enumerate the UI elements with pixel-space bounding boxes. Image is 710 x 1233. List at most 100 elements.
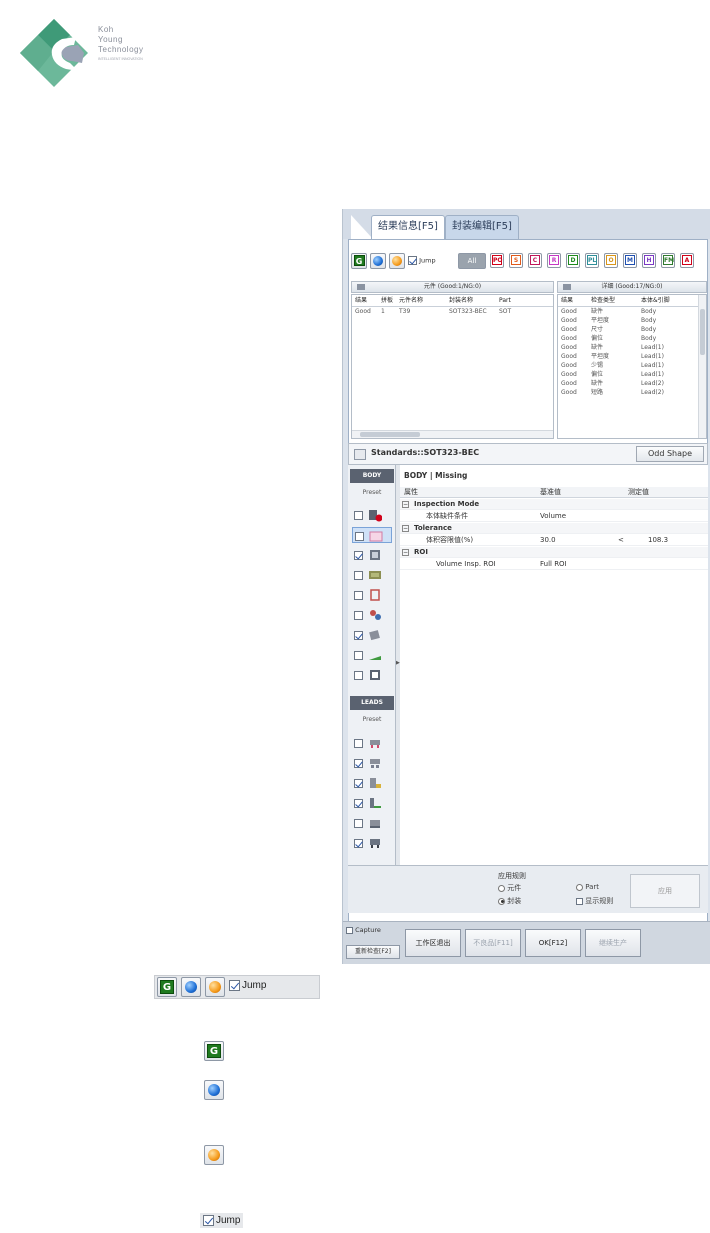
body-item-checkbox[interactable] bbox=[354, 671, 363, 680]
recheck-button[interactable]: 重新检查[F2] bbox=[346, 945, 400, 959]
detail-vscroll[interactable] bbox=[698, 295, 706, 438]
category-tolerance[interactable]: − Tolerance bbox=[400, 523, 708, 534]
odd-shape-button[interactable]: Odd Shape bbox=[636, 446, 704, 462]
component-hscroll[interactable] bbox=[352, 430, 553, 438]
body-item-checkbox[interactable] bbox=[354, 611, 363, 620]
legend-orange-button[interactable] bbox=[205, 977, 225, 997]
body-inspection-item[interactable] bbox=[352, 527, 392, 543]
table-row[interactable]: Good 缺件 Lead(2) bbox=[558, 379, 706, 388]
leads-section-header[interactable]: LEADS bbox=[350, 696, 394, 710]
table-row[interactable]: Good 短路 Lead(2) bbox=[558, 388, 706, 397]
body-inspection-item[interactable] bbox=[352, 587, 392, 603]
body-preset[interactable]: Preset bbox=[350, 489, 394, 496]
body-inspection-item[interactable] bbox=[352, 627, 392, 643]
filter-button-s[interactable]: S bbox=[509, 253, 523, 268]
table-row[interactable]: Good 平坦度 Body bbox=[558, 316, 706, 325]
body-item-checkbox[interactable] bbox=[354, 651, 363, 660]
detail-pane-header[interactable]: 详细 (Good:17/NG:0) bbox=[557, 281, 707, 293]
tab-result-info[interactable]: 结果信息[F5] bbox=[371, 215, 445, 239]
apply-button[interactable]: 应用 bbox=[630, 874, 700, 908]
category-inspection-mode[interactable]: − Inspection Mode bbox=[400, 499, 708, 510]
radio-button[interactable] bbox=[498, 897, 505, 905]
filter-button-c[interactable]: C bbox=[528, 253, 542, 268]
body-inspection-item[interactable] bbox=[352, 667, 392, 683]
body-item-checkbox[interactable] bbox=[354, 551, 363, 560]
lead-inspection-item[interactable] bbox=[352, 755, 392, 771]
lead-item-checkbox[interactable] bbox=[354, 839, 363, 848]
radio-part[interactable]: Part bbox=[576, 883, 599, 891]
radio-package[interactable]: 封装 bbox=[498, 896, 521, 906]
lead-item-checkbox[interactable] bbox=[354, 759, 363, 768]
filter-button-a[interactable]: A bbox=[680, 253, 694, 268]
table-row[interactable]: Good 偏位 Lead(1) bbox=[558, 370, 706, 379]
lead-item-checkbox[interactable] bbox=[354, 799, 363, 808]
continue-production-button[interactable]: 继续生产 bbox=[585, 929, 641, 957]
show-rules-checkbox[interactable] bbox=[576, 897, 583, 905]
legend-good-button[interactable]: G bbox=[157, 977, 177, 997]
table-row[interactable]: Good 1 T39 SOT323-BEC SOT bbox=[352, 307, 553, 316]
capture-checkbox[interactable] bbox=[346, 926, 353, 934]
body-item-checkbox[interactable] bbox=[354, 571, 363, 580]
lead-inspection-item[interactable] bbox=[352, 835, 392, 851]
component-pane-header[interactable]: 元件 (Good:1/NG:0) bbox=[351, 281, 554, 293]
filter-button-po[interactable]: PO bbox=[490, 253, 504, 268]
lead-inspection-item[interactable] bbox=[352, 775, 392, 791]
filter-button-m[interactable]: M bbox=[623, 253, 637, 268]
ng-button[interactable]: 不良品[F11] bbox=[465, 929, 521, 957]
body-inspection-item[interactable] bbox=[352, 507, 392, 523]
ok-button[interactable]: OK[F12] bbox=[525, 929, 581, 957]
jump-toggle[interactable]: Jump bbox=[408, 256, 436, 265]
table-row[interactable]: Good 少锡 Lead(1) bbox=[558, 361, 706, 370]
property-row[interactable]: 本体缺件条件 Volume bbox=[400, 511, 708, 522]
body-section-header[interactable]: BODY bbox=[350, 469, 394, 483]
tab-package-edit[interactable]: 封装编辑[F5] bbox=[445, 215, 519, 239]
table-row[interactable]: Good 尺寸 Body bbox=[558, 325, 706, 334]
lead-inspection-item[interactable] bbox=[352, 815, 392, 831]
collapse-icon[interactable]: − bbox=[402, 525, 409, 532]
property-value[interactable]: 30.0 bbox=[540, 535, 556, 546]
lead-item-checkbox[interactable] bbox=[354, 779, 363, 788]
table-row[interactable]: Good 缺件 Lead(1) bbox=[558, 343, 706, 352]
table-row[interactable]: Good 平坦度 Lead(1) bbox=[558, 352, 706, 361]
orange-status-button[interactable] bbox=[389, 253, 405, 269]
legend-jump-toggle[interactable]: Jump bbox=[229, 980, 266, 991]
body-item-checkbox[interactable] bbox=[354, 591, 363, 600]
detail-grid[interactable]: 结果 检查类型 本体&引脚 Good 缺件 Body Good 平坦度 Body Good 尺… bbox=[557, 294, 707, 439]
legend-blue-button[interactable] bbox=[181, 977, 201, 997]
leads-preset[interactable]: Preset bbox=[350, 716, 394, 723]
filter-button-fm[interactable]: FM bbox=[661, 253, 675, 268]
lead-item-checkbox[interactable] bbox=[354, 819, 363, 828]
filter-button-r[interactable]: R bbox=[547, 253, 561, 268]
component-grid[interactable]: 结果 拼板 元件名称 封装名称 Part Good 1 T39 SOT323-B… bbox=[351, 294, 554, 439]
good-filter-button[interactable]: G bbox=[351, 253, 367, 269]
blue-status-button[interactable] bbox=[370, 253, 386, 269]
jump-checkbox[interactable] bbox=[408, 256, 417, 265]
table-row[interactable]: Good 缺件 Body bbox=[558, 307, 706, 316]
work-exit-button[interactable]: 工作区退出 bbox=[405, 929, 461, 957]
collapse-icon[interactable]: − bbox=[402, 549, 409, 556]
jump-checkbox[interactable] bbox=[229, 980, 240, 991]
filter-button-pl[interactable]: PL bbox=[585, 253, 599, 268]
filter-button-d[interactable]: D bbox=[566, 253, 580, 268]
collapse-icon[interactable]: − bbox=[402, 501, 409, 508]
body-inspection-item[interactable] bbox=[352, 547, 392, 563]
property-row[interactable]: 体积容限值(%) 30.0 < 108.3 bbox=[400, 535, 708, 546]
body-item-checkbox[interactable] bbox=[354, 511, 363, 520]
body-inspection-item[interactable] bbox=[352, 647, 392, 663]
body-item-checkbox[interactable] bbox=[355, 532, 364, 541]
radio-component[interactable]: 元件 bbox=[498, 883, 521, 893]
filter-button-o[interactable]: O bbox=[604, 253, 618, 268]
lead-inspection-item[interactable] bbox=[352, 795, 392, 811]
category-roi[interactable]: − ROI bbox=[400, 547, 708, 558]
lead-inspection-item[interactable] bbox=[352, 735, 392, 751]
body-item-checkbox[interactable] bbox=[354, 631, 363, 640]
radio-button[interactable] bbox=[576, 883, 583, 891]
body-inspection-item[interactable] bbox=[352, 567, 392, 583]
property-value[interactable]: Volume bbox=[540, 511, 566, 522]
capture-toggle[interactable]: Capture bbox=[346, 926, 381, 934]
radio-button[interactable] bbox=[498, 884, 505, 892]
table-row[interactable]: Good 偏位 Body bbox=[558, 334, 706, 343]
property-value[interactable]: Full ROI bbox=[540, 559, 567, 570]
body-inspection-item[interactable] bbox=[352, 607, 392, 623]
filter-button-h[interactable]: H bbox=[642, 253, 656, 268]
